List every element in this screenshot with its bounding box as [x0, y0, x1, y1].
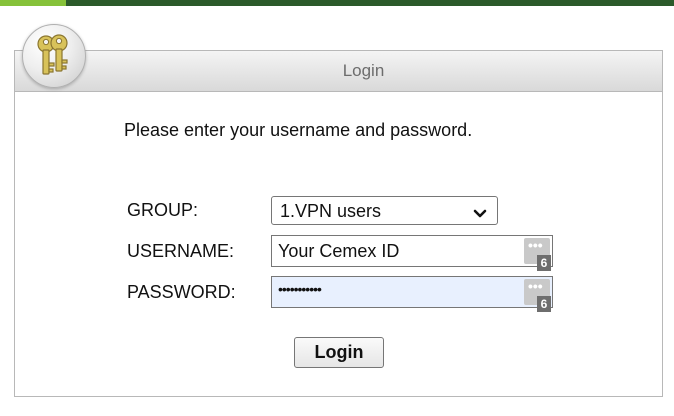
group-label: GROUP: [127, 200, 199, 220]
password-manager-icon[interactable]: ••• 6 [524, 237, 551, 271]
login-panel-header: Login [15, 51, 662, 92]
password-manager-dots: ••• [528, 237, 543, 253]
username-value: Your Cemex ID [278, 241, 400, 261]
login-prompt: Please enter your username and password. [124, 120, 473, 140]
password-masked-value: ••••••••••• [278, 281, 322, 297]
group-select[interactable]: 1.VPN users [271, 196, 498, 225]
password-label: PASSWORD: [127, 282, 236, 302]
password-manager-count: 6 [537, 255, 551, 271]
group-select-value: 1.VPN users [280, 201, 382, 221]
chevron-down-icon [473, 206, 487, 224]
username-label: USERNAME: [127, 241, 235, 261]
password-manager-icon[interactable]: ••• 6 [524, 278, 551, 312]
top-bar [0, 0, 674, 6]
keys-icon [22, 24, 86, 88]
top-bar-accent [0, 0, 66, 6]
login-button[interactable]: Login [294, 337, 384, 368]
password-manager-dots: ••• [528, 278, 543, 294]
password-manager-count: 6 [537, 296, 551, 312]
login-panel-title: Login [342, 61, 385, 80]
username-field[interactable]: Your Cemex ID ••• 6 [271, 235, 553, 271]
password-field[interactable]: ••••••••••• ••• 6 [271, 276, 553, 312]
